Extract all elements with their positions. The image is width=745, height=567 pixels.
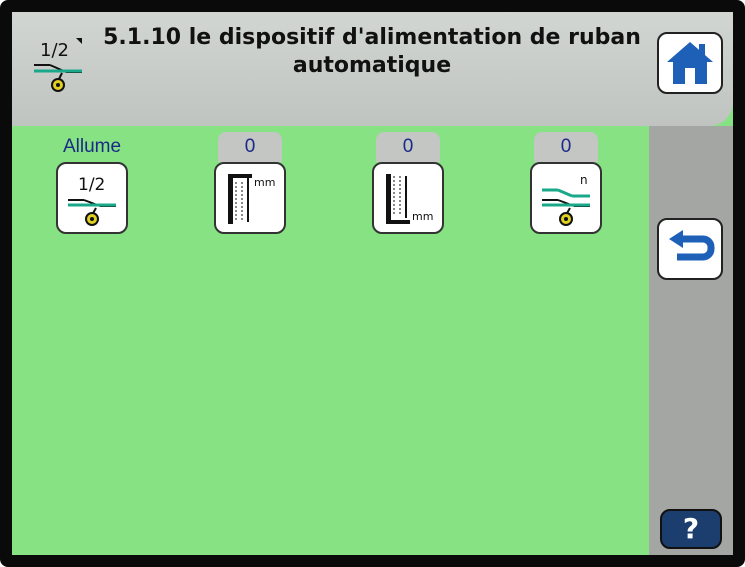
tape-half-feed-icon: 1/2 <box>26 32 90 96</box>
device-frame: 1/2 5.1.10 le dispositif d'alimentation … <box>0 0 745 567</box>
upper-length-button[interactable]: mm <box>214 162 286 234</box>
tile-upper-length: 0 mm <box>210 132 290 238</box>
upper-length-value: 0 <box>218 132 282 162</box>
length-top-mm-icon: mm <box>228 174 275 224</box>
page-title: 5.1.10 le dispositif d'alimentation de r… <box>103 25 641 78</box>
upper-length-unit: mm <box>254 176 275 189</box>
screen: 1/2 5.1.10 le dispositif d'alimentation … <box>12 12 733 555</box>
lower-length-value: 0 <box>376 132 440 162</box>
back-arrow-icon <box>669 230 715 261</box>
back-button[interactable] <box>657 218 723 280</box>
tape-count-value: 0 <box>534 132 598 162</box>
header-bar: 1/2 5.1.10 le dispositif d'alimentation … <box>12 12 733 126</box>
header-icon-text: 1/2 <box>40 40 69 61</box>
home-button[interactable] <box>657 32 723 94</box>
tape-feed-mode-button[interactable]: 1/2 <box>56 162 128 234</box>
home-icon <box>667 42 713 84</box>
length-bottom-mm-icon: mm <box>386 174 433 224</box>
tile-tape-feed-mode: Allume 1/2 <box>52 132 132 238</box>
tile-tape-count: 0 n <box>526 132 606 238</box>
tile-icon-text: 1/2 <box>78 175 105 195</box>
lower-length-button[interactable]: mm <box>372 162 444 234</box>
tape-feed-mode-value: Allume <box>62 136 122 157</box>
tape-half-feed-icon: 1/2 <box>68 175 116 226</box>
lower-length-unit: mm <box>412 210 433 223</box>
tape-count-n-icon: n <box>542 173 590 226</box>
help-button[interactable]: ? <box>660 509 722 549</box>
side-panel <box>649 126 733 555</box>
tape-count-button[interactable]: n <box>530 162 602 234</box>
tape-count-unit: n <box>580 173 588 187</box>
tile-lower-length: 0 mm <box>368 132 448 238</box>
